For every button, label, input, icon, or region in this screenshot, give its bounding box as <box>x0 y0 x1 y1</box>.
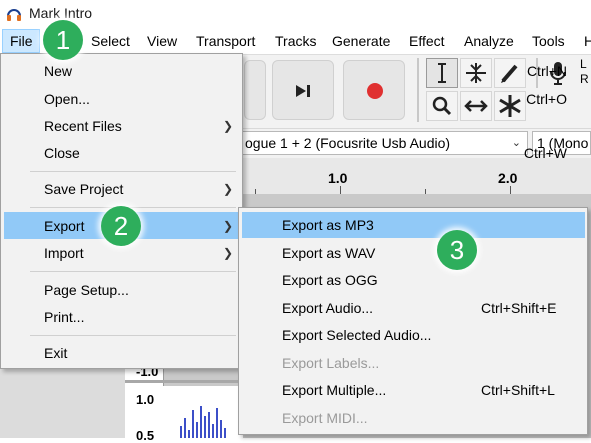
export-as-mp3[interactable]: Export as MP3 <box>282 217 374 233</box>
shortcut-close: Ctrl+W <box>523 145 567 161</box>
menu-file[interactable]: File <box>10 33 33 49</box>
menu-separator <box>30 271 236 272</box>
export-submenu <box>238 207 588 435</box>
chevron-right-icon: ❯ <box>223 219 234 233</box>
file-menu-save-project[interactable]: Save Project <box>44 181 123 197</box>
file-menu-open[interactable]: Open... <box>44 91 90 107</box>
export-labels: Export Labels... <box>282 355 380 371</box>
menu-effect[interactable]: Effect <box>409 33 445 49</box>
file-menu-exit[interactable]: Exit <box>44 345 67 361</box>
export-midi: Export MIDI... <box>282 410 368 426</box>
menu-tools[interactable]: Tools <box>532 33 565 49</box>
timeline-ruler[interactable] <box>240 158 591 195</box>
menu-view[interactable]: View <box>147 33 177 49</box>
file-menu-import[interactable]: Import <box>44 245 84 261</box>
export-as-wav[interactable]: Export as WAV <box>282 245 375 261</box>
file-menu-page-setup[interactable]: Page Setup... <box>44 282 129 298</box>
scale-label: 0.5 <box>136 428 155 443</box>
track-control-panel[interactable] <box>0 360 126 438</box>
scale-label: 1.0 <box>136 392 155 407</box>
export-audio[interactable]: Export Audio... <box>282 300 373 316</box>
waveform[interactable] <box>163 386 243 438</box>
menu-help[interactable]: H <box>584 33 591 49</box>
chevron-right-icon: ❯ <box>223 182 234 196</box>
step-badge-1: 1 <box>43 20 83 60</box>
window-title: Mark Intro <box>29 5 93 21</box>
file-menu-export[interactable]: Export <box>44 218 84 234</box>
shortcut-open: Ctrl+O <box>526 91 567 107</box>
meter-label-left: L <box>580 57 587 71</box>
shortcut-export-audio: Ctrl+Shift+E <box>481 300 557 316</box>
shortcut-export-multiple: Ctrl+Shift+L <box>481 382 555 398</box>
timeline-major-tick <box>510 186 511 194</box>
menu-analyze[interactable]: Analyze <box>464 33 514 49</box>
step-badge-2: 2 <box>101 206 141 246</box>
audacity-headphones-icon <box>7 9 21 21</box>
menu-separator <box>30 207 236 208</box>
export-as-ogg[interactable]: Export as OGG <box>282 272 378 288</box>
menu-tracks[interactable]: Tracks <box>275 33 316 49</box>
file-menu-close[interactable]: Close <box>44 145 80 161</box>
chevron-right-icon: ❯ <box>223 119 234 133</box>
menu-separator <box>30 335 236 336</box>
export-selected-audio[interactable]: Export Selected Audio... <box>282 327 431 343</box>
chevron-right-icon: ❯ <box>223 246 234 260</box>
timeline-major-tick <box>340 186 341 194</box>
waveform-graphic <box>180 406 226 438</box>
track-divider <box>125 380 243 383</box>
file-menu-new[interactable]: New <box>44 63 72 79</box>
menu-generate[interactable]: Generate <box>332 33 390 49</box>
file-menu-recent-files[interactable]: Recent Files <box>44 118 122 134</box>
shortcut-new: Ctrl+N <box>526 63 567 79</box>
menu-transport[interactable]: Transport <box>196 33 255 49</box>
meter-label-right: R <box>580 72 589 86</box>
export-multiple[interactable]: Export Multiple... <box>282 382 386 398</box>
menu-select[interactable]: Select <box>91 33 130 49</box>
step-badge-3: 3 <box>437 230 477 270</box>
file-menu-print[interactable]: Print... <box>44 309 84 325</box>
timeline-tick-label: 2.0 <box>498 170 518 186</box>
timeline-tick-label: 1.0 <box>328 170 348 186</box>
menu-separator <box>30 171 236 172</box>
